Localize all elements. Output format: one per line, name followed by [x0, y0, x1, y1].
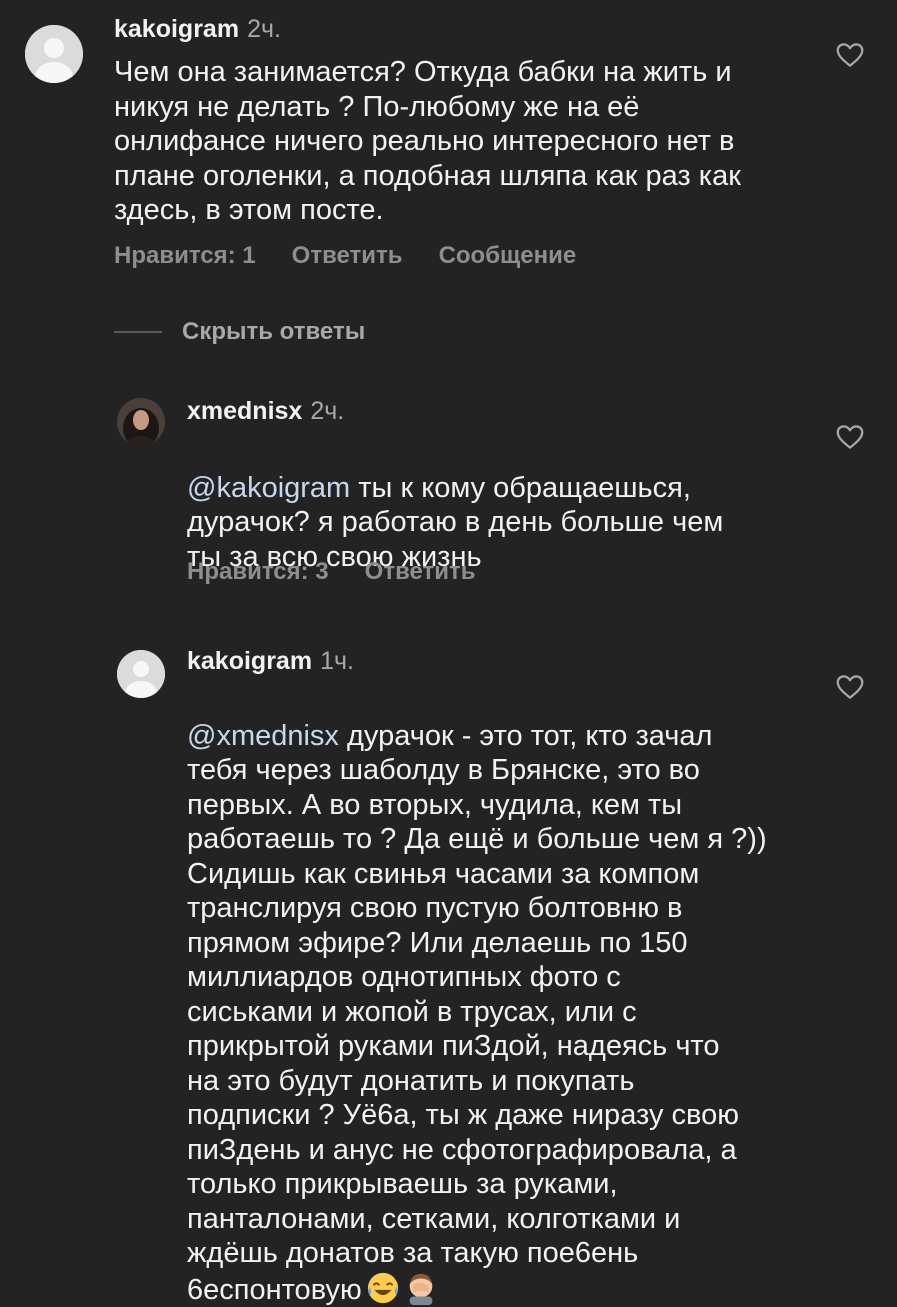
likes-count[interactable]: Нравится: 1 — [114, 242, 256, 269]
avatar[interactable] — [117, 398, 165, 446]
comment-actions: Нравится: 1 Ответить Сообщение — [114, 242, 612, 270]
timestamp: 1ч. — [320, 647, 354, 675]
like-button[interactable] — [835, 672, 865, 702]
username[interactable]: xmednisx — [187, 397, 302, 425]
comment-text: Чем она занимается? Откуда бабки на жить… — [114, 56, 741, 226]
username[interactable]: kakoigram — [114, 15, 239, 43]
message-button[interactable]: Сообщение — [439, 242, 577, 269]
hide-replies-button[interactable]: Скрыть ответы — [114, 318, 365, 350]
comment-text: @kakoigram ты к кому обращаешься, дурачо… — [187, 436, 827, 574]
comment-text: @xmednisx дурачок - это тот, кто зачал т… — [187, 684, 827, 1307]
face-with-tears-of-joy-emoji — [367, 1272, 398, 1303]
divider — [114, 331, 162, 333]
like-button[interactable] — [835, 422, 865, 452]
avatar[interactable] — [117, 650, 165, 698]
heart-outline-icon — [836, 43, 864, 67]
comment-body: дурачок - это тот, кто зачал тебя через … — [187, 719, 767, 1306]
reply-button[interactable]: Ответить — [292, 242, 403, 269]
comment-header: kakoigram 1ч. — [187, 646, 354, 676]
comment-header: kakoigram 2ч. — [114, 14, 281, 44]
username[interactable]: kakoigram — [187, 647, 312, 675]
like-button[interactable] — [835, 40, 865, 70]
man-facepalming-emoji — [409, 1273, 433, 1305]
comment-actions: Нравится: 3 Ответить — [187, 558, 512, 586]
reply: xmednisx 2ч. @kakoigram ты к кому обращае… — [0, 390, 897, 600]
comment: kakoigram 2ч. Чем она занимается? Откуда … — [0, 0, 897, 300]
heart-outline-icon — [836, 675, 864, 699]
mention-link[interactable]: @kakoigram — [187, 472, 350, 504]
heart-outline-icon — [836, 425, 864, 449]
comment-header: xmednisx 2ч. — [187, 396, 344, 426]
reply-button[interactable]: Ответить — [365, 558, 476, 585]
timestamp: 2ч. — [247, 15, 281, 43]
timestamp: 2ч. — [310, 397, 345, 425]
hide-replies-label: Скрыть ответы — [182, 318, 366, 345]
avatar[interactable] — [25, 25, 83, 83]
default-avatar-icon — [25, 25, 83, 83]
reply: kakoigram 1ч. @xmednisx дурачок - это тот… — [0, 640, 897, 1306]
profile-photo — [117, 398, 165, 446]
likes-count[interactable]: Нравится: 3 — [187, 558, 329, 585]
mention-link[interactable]: @xmednisx — [187, 720, 339, 752]
default-avatar-icon — [117, 650, 165, 698]
